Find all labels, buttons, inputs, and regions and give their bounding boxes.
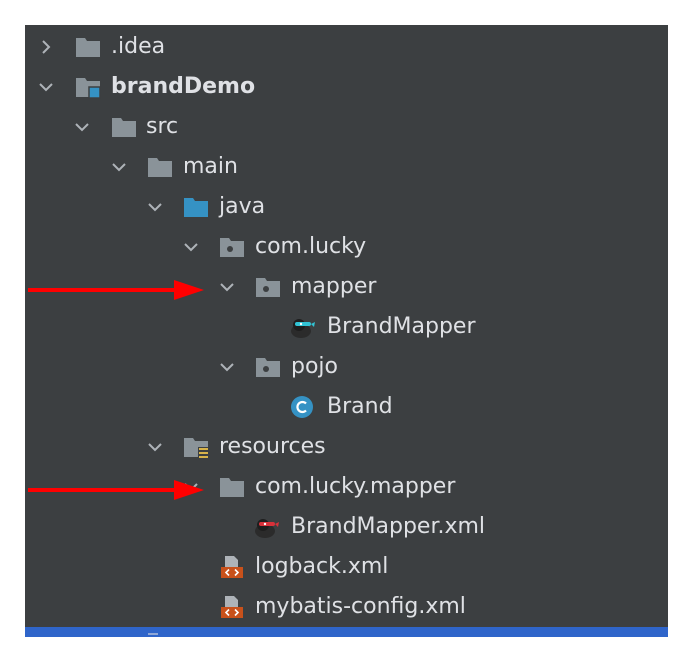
chevron-right-icon[interactable] xyxy=(38,39,54,55)
tree-label: BrandMapper xyxy=(327,314,476,339)
tree-label: src xyxy=(146,114,179,139)
tree-row-mybatis-config-xml[interactable]: mybatis-config.xml xyxy=(25,587,668,627)
tree-label: logback.xml xyxy=(255,554,389,579)
xml-file-icon xyxy=(221,556,243,578)
tree-row-brandDemo[interactable]: brandDemo xyxy=(25,67,668,107)
tree-row-BrandMapper-xml[interactable]: BrandMapper.xml xyxy=(25,507,668,547)
chevron-down-icon[interactable] xyxy=(183,239,199,255)
mybatis-bird-icon xyxy=(291,319,315,338)
module-folder-icon xyxy=(76,78,101,99)
tree-label: mybatis-config.xml xyxy=(255,594,466,619)
chevron-down-icon[interactable] xyxy=(111,159,127,175)
resources-root-folder-icon xyxy=(184,438,208,458)
chevron-down-icon[interactable] xyxy=(74,119,90,135)
folder-icon xyxy=(112,118,136,137)
tree-label: resources xyxy=(219,434,326,459)
tree-label: main xyxy=(183,154,238,179)
chevron-down-icon[interactable] xyxy=(147,439,163,455)
tree-label: .idea xyxy=(111,34,166,59)
tree-row-main[interactable]: main xyxy=(25,147,668,187)
tree-row-BrandMapper[interactable]: BrandMapper xyxy=(25,307,668,347)
xml-file-icon xyxy=(221,596,243,618)
tree-label: brandDemo xyxy=(111,74,256,99)
folder-icon xyxy=(76,38,100,57)
chevron-down-icon[interactable] xyxy=(147,199,163,215)
annotation-arrow-com-lucky-mapper xyxy=(28,480,204,500)
tree-label: mapper xyxy=(291,274,377,299)
tree-label: com.lucky.mapper xyxy=(255,474,456,499)
java-class-icon xyxy=(291,396,313,418)
tree-row-com-lucky[interactable]: com.lucky xyxy=(25,227,668,267)
annotation-arrow-mapper xyxy=(28,280,204,300)
project-tree-panel: .idea brandDemo src main java com.lucky … xyxy=(25,25,668,637)
selected-row-marker xyxy=(148,633,158,635)
package-icon xyxy=(256,278,280,297)
mybatis-bird-icon xyxy=(255,519,279,538)
tree-row-idea[interactable]: .idea xyxy=(25,27,668,67)
tree-label: java xyxy=(219,194,266,219)
package-icon xyxy=(220,238,244,257)
tree-label: BrandMapper.xml xyxy=(291,514,486,539)
folder-icon xyxy=(148,158,172,177)
tree-row-java[interactable]: java xyxy=(25,187,668,227)
selected-row-bar[interactable] xyxy=(25,627,668,637)
chevron-down-icon[interactable] xyxy=(219,279,235,295)
tree-label: Brand xyxy=(327,394,393,419)
chevron-down-icon[interactable] xyxy=(38,79,54,95)
tree-label: pojo xyxy=(291,354,338,379)
package-icon xyxy=(256,358,280,377)
folder-icon xyxy=(220,478,244,497)
tree-row-pojo[interactable]: pojo xyxy=(25,347,668,387)
source-root-folder-icon xyxy=(184,198,208,217)
tree-label: com.lucky xyxy=(255,234,367,259)
chevron-down-icon[interactable] xyxy=(219,359,235,375)
tree-row-src[interactable]: src xyxy=(25,107,668,147)
tree-row-resources[interactable]: resources xyxy=(25,427,668,467)
tree-row-Brand[interactable]: Brand xyxy=(25,387,668,427)
tree-row-logback-xml[interactable]: logback.xml xyxy=(25,547,668,587)
